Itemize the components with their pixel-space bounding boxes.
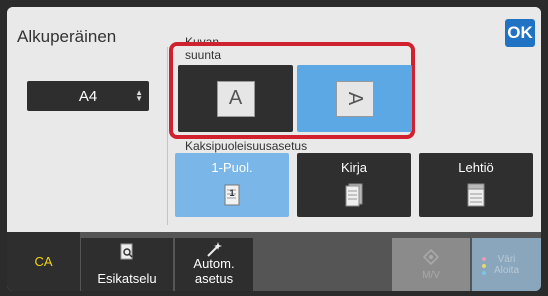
- preview-icon: [119, 243, 135, 264]
- start-color-label-1: Väri: [497, 253, 516, 265]
- duplex-book-label: Kirja: [340, 160, 367, 175]
- start-bw-button[interactable]: M/V: [392, 238, 470, 291]
- color-dots-icon: [480, 256, 488, 283]
- one-sided-doc-icon: 1: [223, 183, 241, 207]
- updown-arrows-icon: ▲ ▼: [135, 88, 143, 103]
- svg-text:1: 1: [229, 188, 234, 198]
- orientation-landscape-button[interactable]: A: [297, 65, 412, 132]
- original-settings-panel: Alkuperäinen OK A4 ▲ ▼ Kuvan suunta A A K…: [7, 7, 541, 232]
- clear-all-button[interactable]: CA: [7, 232, 80, 291]
- duplex-tablet-button[interactable]: Lehtiö: [419, 153, 533, 217]
- duplex-label: Kaksipuoleisuusasetus: [185, 139, 308, 153]
- original-size-value: A4: [78, 87, 98, 105]
- landscape-page-icon: A: [335, 80, 374, 117]
- divider: [167, 47, 168, 225]
- start-color-button[interactable]: Väri Aloita: [472, 238, 541, 291]
- orientation-portrait-button[interactable]: A: [178, 65, 293, 132]
- preview-button[interactable]: Esikatselu: [81, 238, 173, 291]
- original-size-select[interactable]: A4 ▲ ▼: [27, 81, 149, 111]
- auto-setting-label-2: asetus: [194, 271, 234, 286]
- ok-button[interactable]: OK: [505, 19, 535, 47]
- page-title: Alkuperäinen: [17, 27, 117, 46]
- duplex-one-sided-label: 1-Puol.: [211, 160, 253, 175]
- magic-wand-icon: [205, 241, 223, 262]
- tablet-doc-icon: [467, 183, 485, 207]
- bottom-bar: CA Esikatselu Autom. asetus M/V Väri Alo…: [7, 232, 541, 291]
- start-diamond-icon: [422, 248, 440, 270]
- duplex-one-sided-button[interactable]: 1-Puol. 1: [175, 153, 289, 217]
- preview-label: Esikatselu: [97, 271, 157, 286]
- duplex-book-button[interactable]: Kirja: [297, 153, 411, 217]
- portrait-page-icon: A: [216, 80, 255, 117]
- start-color-label-2: Aloita: [493, 264, 519, 276]
- copier-panel: Alkuperäinen OK A4 ▲ ▼ Kuvan suunta A A K…: [7, 7, 541, 291]
- start-bw-label: M/V: [422, 269, 440, 281]
- duplex-tablet-label: Lehtiö: [458, 160, 494, 175]
- book-doc-icon: [345, 183, 363, 207]
- auto-setting-button[interactable]: Autom. asetus: [175, 238, 253, 291]
